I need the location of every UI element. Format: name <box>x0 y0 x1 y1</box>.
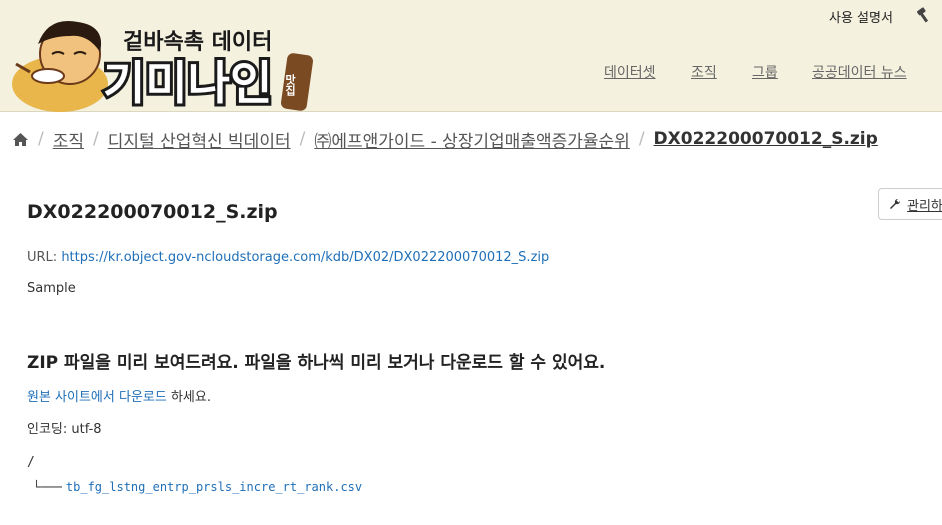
wrench-icon <box>890 198 901 209</box>
nav-public-data-news[interactable]: 공공데이터 뉴스 <box>812 62 907 82</box>
download-suffix: 하세요. <box>166 390 211 405</box>
breadcrumb-organization[interactable]: 디지털 산업혁신 빅데이터 <box>108 127 291 152</box>
breadcrumb-organizations[interactable]: 조직 <box>53 127 84 152</box>
site-logo[interactable]: 겉바속촉 데이터 기미나인 맛집 <box>8 14 318 112</box>
user-manual-link[interactable]: 사용 설명서 <box>829 7 893 26</box>
tree-branch: └─── <box>33 480 62 494</box>
manage-button-label: 관리하기 <box>907 198 942 214</box>
encoding-value: utf-8 <box>71 422 102 437</box>
file-tree-root: / <box>27 455 35 470</box>
manage-button[interactable]: 관리하기 <box>878 188 942 220</box>
hammer-icon[interactable] <box>915 7 931 23</box>
mascot-icon <box>12 20 108 112</box>
brand-name: 기미나인 <box>103 56 272 110</box>
original-download-link[interactable]: 원본 사이트에서 다운로드 <box>27 390 167 405</box>
breadcrumb-separator: / <box>638 129 645 149</box>
nav-datasets[interactable]: 데이터셋 <box>604 62 656 82</box>
resource-title: DX022200070012_S.zip <box>27 201 278 223</box>
breadcrumb-dataset[interactable]: ㈜에프앤가이드 - 상장기업매출액증가율순위 <box>314 127 629 152</box>
preview-heading: ZIP 파일을 미리 보여드려요. 파일을 하나씩 미리 보거나 다운로드 할 … <box>27 353 606 373</box>
breadcrumb-separator: / <box>38 129 44 149</box>
resource-url-line: URL: https://kr.object.gov-ncloudstorage… <box>27 250 549 265</box>
breadcrumb-resource[interactable]: DX022200070012_S.zip <box>654 129 878 149</box>
brand-badge: 맛집 <box>281 53 313 111</box>
home-icon[interactable] <box>12 132 29 147</box>
download-line: 원본 사이트에서 다운로드 하세요. <box>27 386 211 405</box>
nav-groups[interactable]: 그룹 <box>752 62 778 82</box>
breadcrumb-separator: / <box>93 129 99 149</box>
file-link[interactable]: tb_fg_lstng_entrp_prsls_incre_rt_rank.cs… <box>66 480 362 494</box>
site-header: 겉바속촉 데이터 기미나인 맛집 사용 설명서 데이터셋 조직 그룹 공공데이터… <box>0 0 942 112</box>
breadcrumb: / 조직 / 디지털 산업혁신 빅데이터 / ㈜에프앤가이드 - 상장기업매출액… <box>12 127 942 151</box>
encoding-label: 인코딩: <box>27 422 68 437</box>
nav-organizations[interactable]: 조직 <box>691 62 717 82</box>
url-label: URL: <box>27 250 58 265</box>
brand-tagline: 겉바속촉 데이터 <box>123 30 272 55</box>
encoding-line: 인코딩: utf-8 <box>27 418 102 437</box>
file-tree-item: └─── tb_fg_lstng_entrp_prsls_incre_rt_ran… <box>33 480 362 494</box>
breadcrumb-separator: / <box>299 129 306 149</box>
resource-description: Sample <box>27 281 76 296</box>
resource-url-link[interactable]: https://kr.object.gov-ncloudstorage.com/… <box>61 250 549 265</box>
brand-badge-text: 맛집 <box>284 73 297 96</box>
